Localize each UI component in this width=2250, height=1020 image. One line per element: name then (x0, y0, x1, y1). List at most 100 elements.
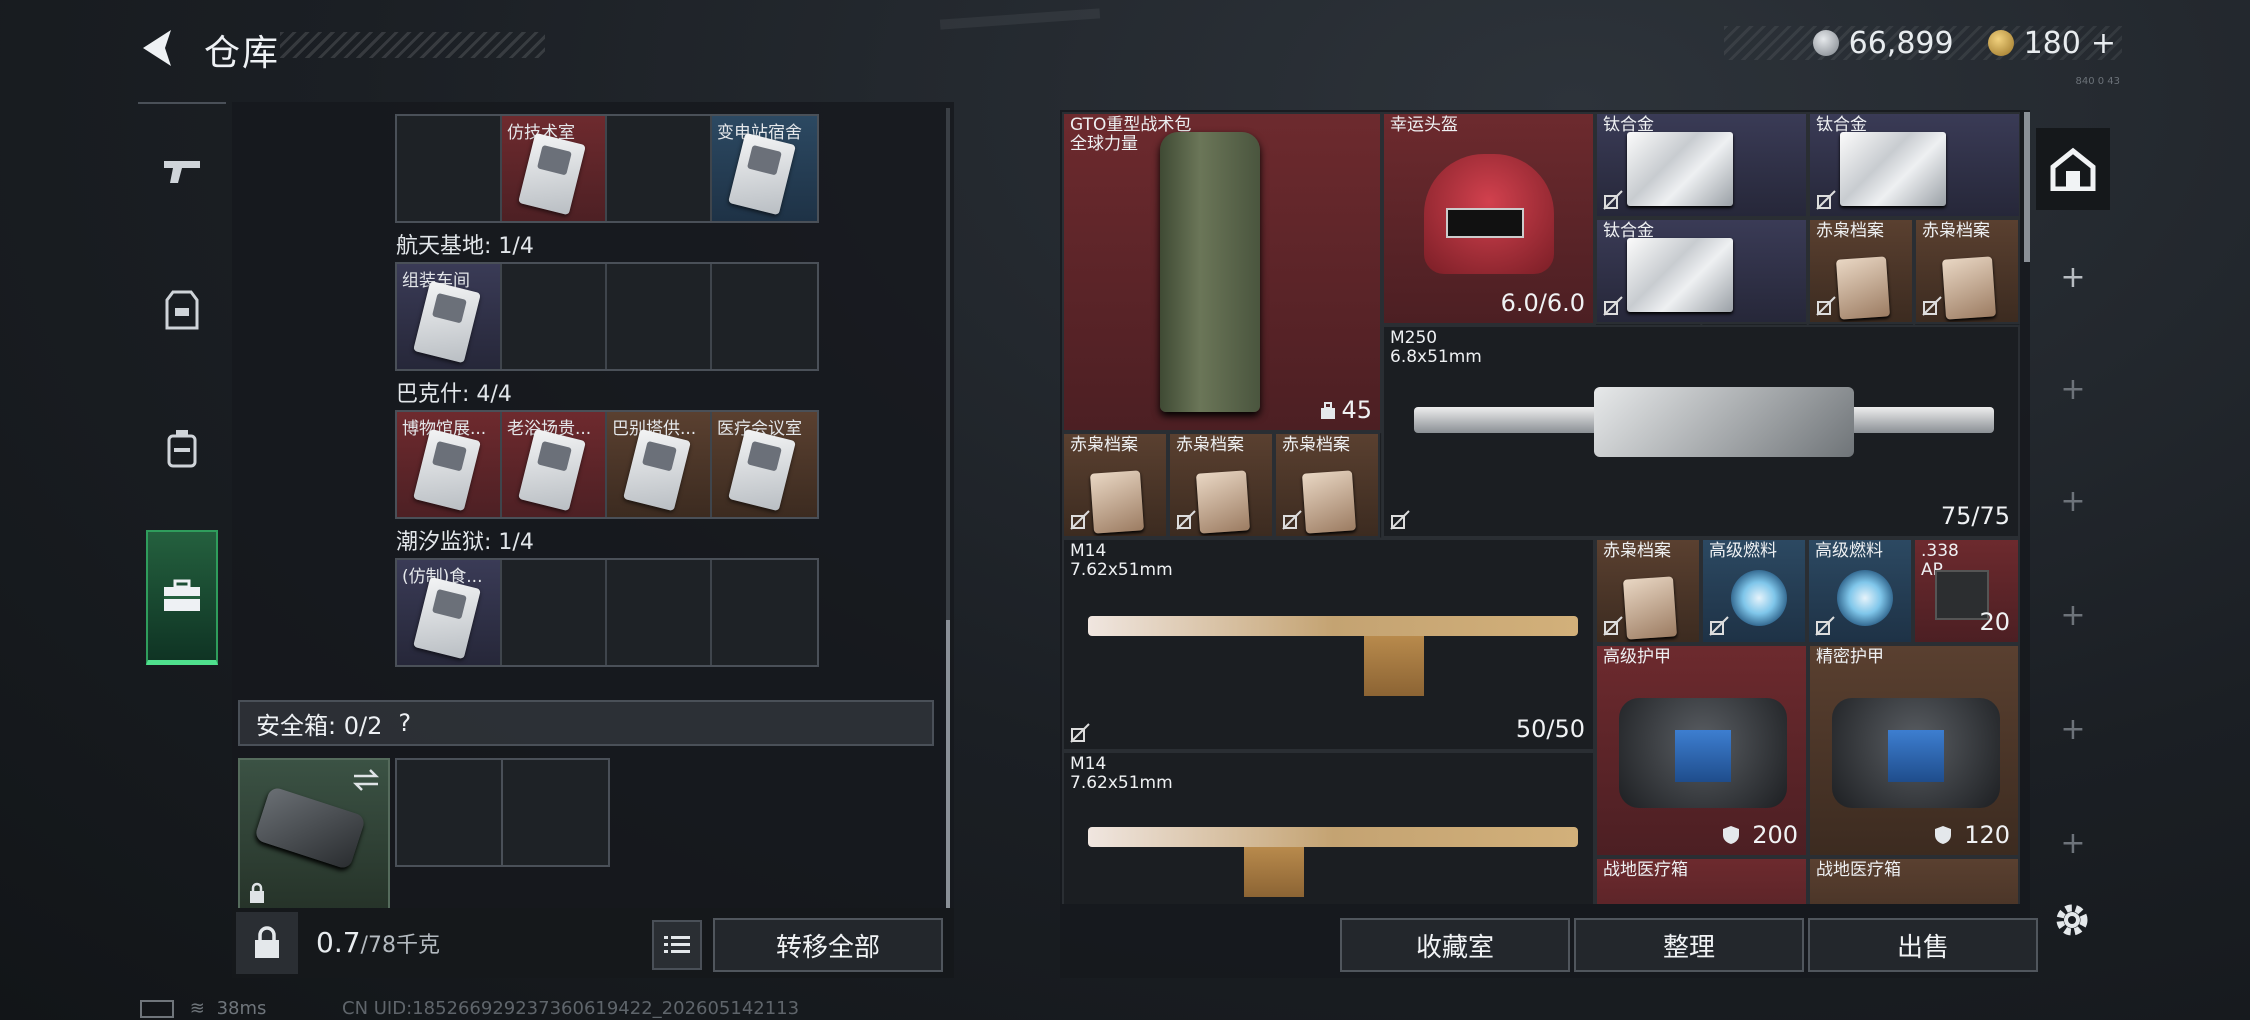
inventory-item-titanium[interactable]: 钛合金 (1808, 112, 2020, 218)
tab-backpack[interactable] (138, 388, 226, 508)
inventory-item-file[interactable]: 赤枭档案 (1168, 432, 1274, 538)
key-slot[interactable] (607, 116, 712, 221)
tab-armor[interactable] (138, 250, 226, 370)
add-storage-page-button[interactable]: + (2036, 826, 2110, 866)
item-name: 赤枭档案 (1282, 435, 1350, 455)
silver-coin-icon (1812, 30, 1839, 56)
item-name: 高级燃料 (1815, 541, 1883, 561)
inventory-item-armor[interactable]: 高级护甲 200 (1595, 644, 1808, 857)
safe-box-help[interactable]: ? (398, 709, 411, 737)
no-insure-icon (1816, 296, 1836, 316)
sell-button[interactable]: 出售 (1808, 918, 2038, 972)
inventory-item-medkit[interactable]: 战地医疗箱 (1595, 857, 1808, 904)
fuel-can-image (1837, 570, 1893, 626)
inventory-item-helmet[interactable]: 幸运头盔 6.0/6.0 (1382, 112, 1595, 325)
section-title: 巴克什: 4/4 (396, 382, 512, 407)
add-gold-button[interactable]: + (2091, 26, 2116, 61)
metal-plate-image (1840, 132, 1946, 206)
tab-safe-box[interactable] (146, 530, 218, 665)
key-slot[interactable]: 组装车间 (397, 264, 502, 369)
gold-coin-icon (1987, 30, 2014, 56)
inventory-item-file[interactable]: 赤枭档案 (1914, 218, 2020, 324)
inventory-item-armor[interactable]: 精密护甲 120 (1808, 644, 2020, 857)
inventory-item-ammo[interactable]: .338 AP 20 (1913, 538, 2020, 644)
no-insure-icon (1390, 510, 1410, 530)
gear-icon[interactable] (2050, 898, 2094, 942)
machine-gun-body (1594, 387, 1854, 457)
storage-house-icon (2050, 147, 2096, 191)
safe-case-image (253, 785, 367, 871)
status-bar: ≋ 38ms (140, 998, 266, 1019)
silver-amount: 66,899 (1848, 25, 1954, 61)
inventory-item-file[interactable]: 赤枭档案 (1595, 538, 1701, 644)
item-name: M250 6.8x51mm (1390, 328, 1482, 367)
key-slot[interactable] (397, 116, 502, 221)
key-slot[interactable] (712, 560, 817, 665)
key-slot[interactable] (607, 560, 712, 665)
key-slot[interactable] (607, 264, 712, 369)
safe-box-container[interactable] (238, 758, 390, 912)
key-row: 博物馆展... 老浴场贵... 巴别塔供... 医疗会议室 (395, 410, 819, 519)
lock-button[interactable] (236, 912, 298, 974)
tab-weapons[interactable] (138, 112, 226, 232)
weight-small-icon (1321, 402, 1335, 419)
safe-slot[interactable] (395, 758, 504, 867)
add-storage-page-button[interactable]: + (2036, 260, 2110, 300)
key-slot[interactable]: 巴别塔供... (607, 412, 712, 517)
inventory-item-file[interactable]: 赤枭档案 (1808, 218, 1914, 324)
inventory-item-m250[interactable]: M250 6.8x51mm 75/75 (1382, 325, 2020, 538)
inventory-item-m14[interactable]: M14 7.62x51mm 50/50 (1062, 538, 1595, 751)
key-slot[interactable] (712, 264, 817, 369)
key-slot[interactable]: 变电站宿舍 (712, 116, 817, 221)
add-storage-page-button[interactable]: + (2036, 372, 2110, 412)
key-slot[interactable]: 仿技术室 (502, 116, 607, 221)
no-insure-icon (1603, 296, 1623, 316)
inventory-item-backpack[interactable]: GTO重型战术包 全球力量 45 (1062, 112, 1382, 432)
inventory-item-m14[interactable]: M14 7.62x51mm (1062, 751, 1595, 904)
rifle-magazine (1364, 636, 1424, 696)
right-scroll-thumb[interactable] (2024, 112, 2030, 262)
inventory-item-file[interactable]: 赤枭档案 (1274, 432, 1380, 538)
keycard-icon (413, 280, 481, 364)
list-view-button[interactable] (652, 920, 702, 970)
back-arrow-icon[interactable] (137, 26, 181, 70)
keycard-icon (728, 132, 796, 216)
left-scroll-thumb[interactable] (946, 620, 950, 908)
inventory-grid: GTO重型战术包 全球力量 45 幸运头盔 6.0/6.0 钛合金 钛合金 钛合… (1062, 112, 2020, 904)
keycard-icon (728, 428, 796, 512)
briefcase-icon (164, 579, 200, 611)
swap-icon[interactable] (352, 768, 380, 792)
item-name: 赤枭档案 (1176, 435, 1244, 455)
transfer-all-button[interactable]: 转移全部 (713, 918, 943, 972)
inventory-item-file[interactable]: 赤枭档案 (1062, 432, 1168, 538)
key-slot[interactable]: (仿制)食... (397, 560, 502, 665)
user-uid: CN UID:185266929237360619422_20260514211… (342, 998, 800, 1019)
keycard-icon (413, 576, 481, 660)
collection-button[interactable]: 收藏室 (1340, 918, 1570, 972)
no-insure-icon (1922, 296, 1942, 316)
sort-button[interactable]: 整理 (1574, 918, 1804, 972)
inventory-item-fuel[interactable]: 高级燃料 (1701, 538, 1807, 644)
inventory-item-titanium[interactable]: 钛合金 (1595, 218, 1808, 324)
storage-page-active[interactable] (2036, 128, 2110, 210)
add-storage-page-button[interactable]: + (2036, 712, 2110, 752)
item-name: 战地医疗箱 (1603, 860, 1688, 880)
key-slot[interactable] (502, 264, 607, 369)
add-storage-page-button[interactable]: + (2036, 484, 2110, 524)
key-slot[interactable]: 老浴场贵... (502, 412, 607, 517)
page-title: 仓库 (204, 33, 281, 74)
item-value: 45 (1341, 396, 1372, 424)
item-name: 赤枭档案 (1603, 541, 1671, 561)
inventory-item-titanium[interactable]: 钛合金 (1595, 112, 1808, 218)
safe-slot[interactable] (501, 758, 610, 867)
list-icon (664, 936, 690, 953)
key-slot[interactable]: 博物馆展... (397, 412, 502, 517)
key-slot[interactable]: 医疗会议室 (712, 412, 817, 517)
item-value: 75/75 (1940, 502, 2010, 530)
inventory-item-fuel[interactable]: 高级燃料 (1807, 538, 1913, 644)
inventory-item-medkit[interactable]: 战地医疗箱 (1808, 857, 2020, 904)
currency-bar: 66,899 180 + (1724, 25, 2122, 61)
key-slot[interactable] (502, 560, 607, 665)
weight-readout: 0.7/78千克 (316, 926, 440, 959)
add-storage-page-button[interactable]: + (2036, 598, 2110, 638)
